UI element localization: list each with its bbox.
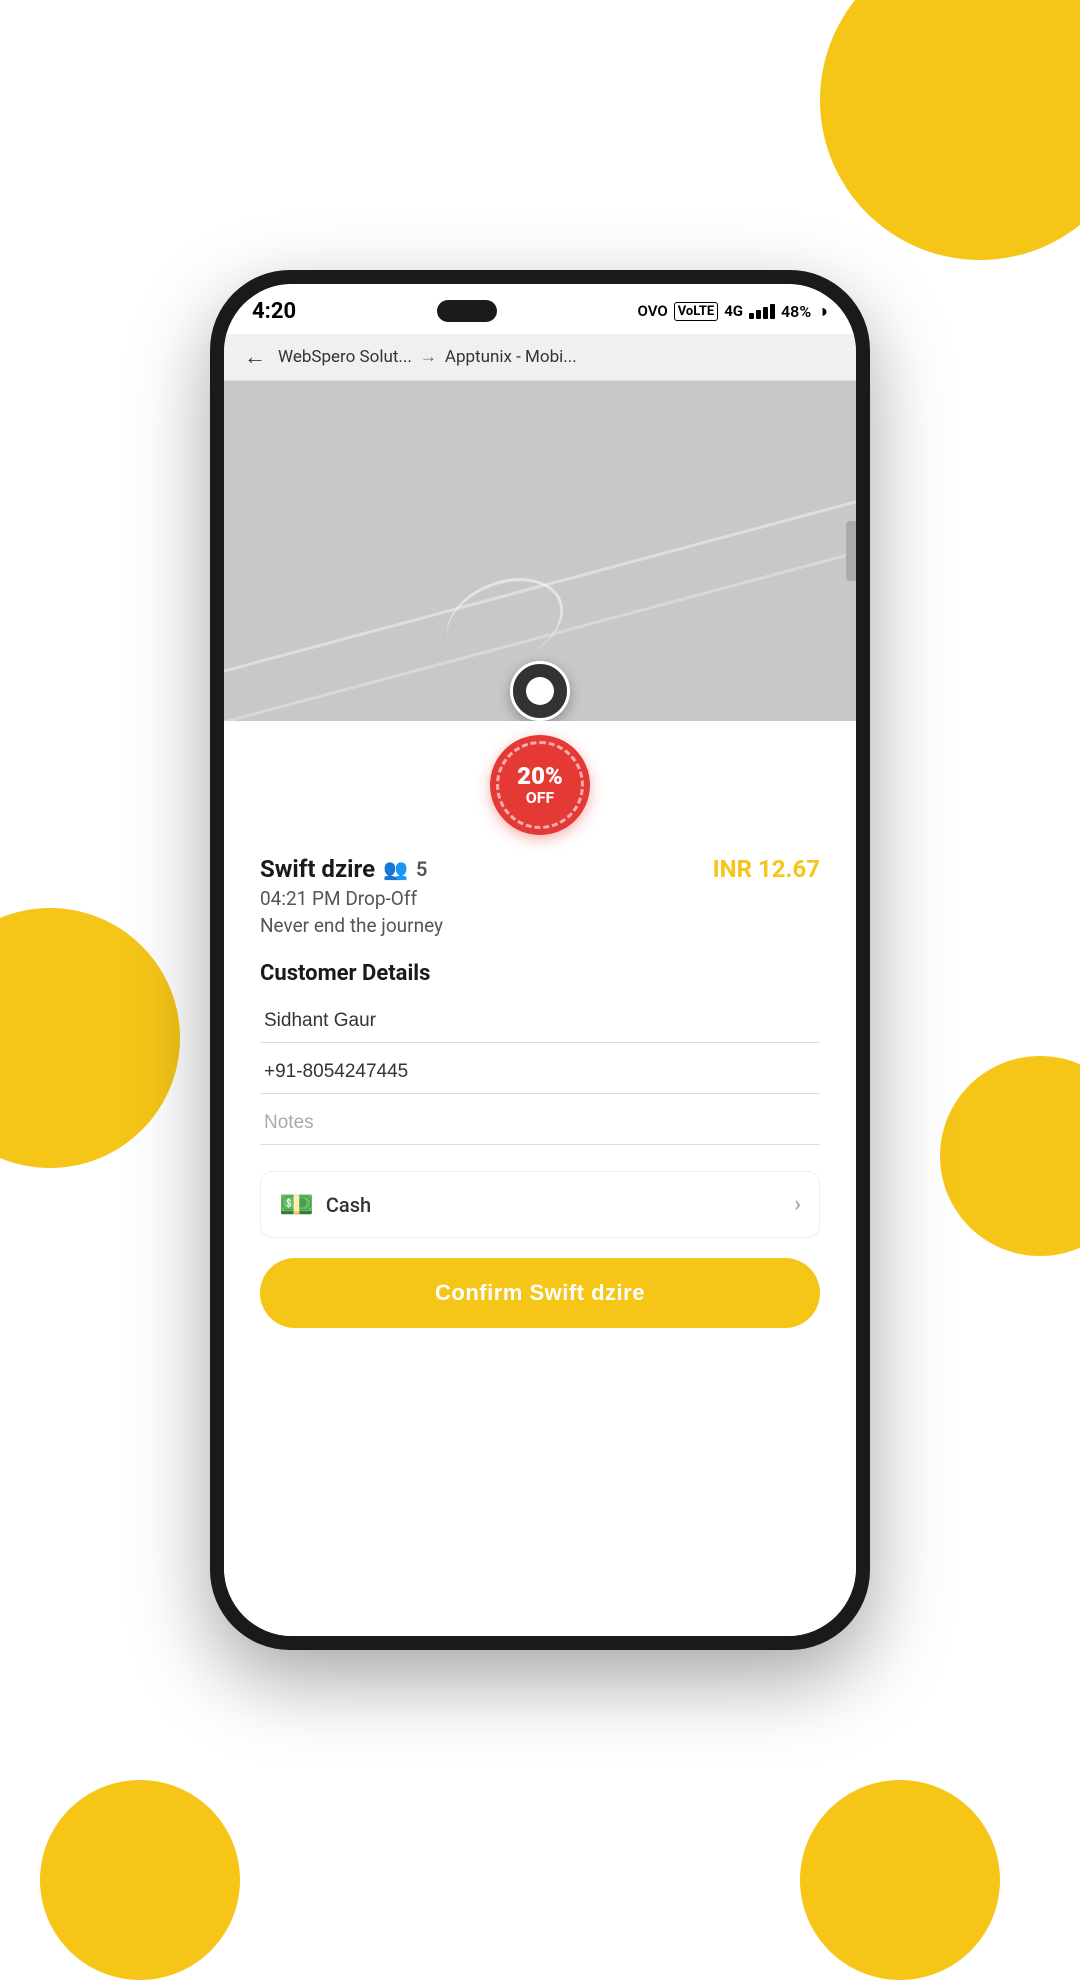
map-road-1: [224, 381, 856, 701]
cash-label: Cash: [326, 1193, 371, 1217]
network-icon: 4G: [724, 302, 743, 320]
ride-name-row: Swift dzire 👥 5: [260, 855, 443, 883]
discount-badge-container: 20% OFF: [260, 735, 820, 835]
discount-badge: 20% OFF: [490, 735, 590, 835]
status-bar: 4:20 OVO VoLTE 4G 48% ◑: [224, 284, 856, 334]
operator-label: OVO: [638, 302, 668, 320]
ride-subtitle: Never end the journey: [260, 914, 443, 937]
bg-shape-bottom-right: [800, 1780, 1000, 1980]
payment-method-row[interactable]: 💵 Cash ›: [260, 1171, 820, 1238]
bg-shape-top-right: [820, 0, 1080, 260]
bg-shape-right-mid: [940, 1056, 1080, 1256]
people-count: 5: [416, 857, 427, 881]
ride-time: 04:21 PM Drop-Off: [260, 887, 443, 910]
chevron-right-icon: ›: [794, 1192, 801, 1217]
signal-bars: [749, 304, 775, 319]
cash-icon: 💵: [279, 1188, 314, 1221]
browser-back-button[interactable]: ←: [244, 344, 266, 370]
ride-price: INR 12.67: [713, 855, 820, 883]
browser-tab-separator: →: [420, 347, 437, 367]
sidebar-handle[interactable]: [846, 521, 856, 581]
status-icons: OVO VoLTE 4G 48% ◑: [638, 301, 828, 322]
customer-notes-input[interactable]: [260, 1102, 820, 1145]
map-road-3: [295, 418, 784, 552]
bg-shape-bottom-left: [40, 1780, 240, 1980]
location-pin-icon: [526, 677, 554, 705]
map-area: [224, 381, 856, 721]
ride-name-label: Swift dzire: [260, 855, 375, 883]
discount-off: OFF: [526, 788, 555, 807]
notch: [437, 300, 497, 322]
people-icon: 👥: [383, 857, 408, 881]
customer-details-title: Customer Details: [260, 961, 820, 986]
payment-left: 💵 Cash: [279, 1188, 371, 1221]
battery-label: 48%: [781, 302, 811, 321]
location-pin: [510, 661, 570, 721]
browser-bar: ← WebSpero Solut... → Apptunix - Mobi...: [224, 334, 856, 381]
customer-phone-input[interactable]: [260, 1051, 820, 1094]
ride-name-block: Swift dzire 👥 5 04:21 PM Drop-Off Never …: [260, 855, 443, 937]
browser-tabs: WebSpero Solut... → Apptunix - Mobi...: [278, 347, 836, 367]
ride-info-row: Swift dzire 👥 5 04:21 PM Drop-Off Never …: [260, 855, 820, 937]
status-time: 4:20: [252, 299, 296, 324]
bottom-sheet: 20% OFF Swift dzire 👥 5 04:21 PM Drop-Of…: [224, 721, 856, 1636]
customer-details-section: Customer Details: [260, 943, 820, 1153]
customer-name-input[interactable]: [260, 1000, 820, 1043]
bg-shape-left-mid: [0, 908, 180, 1168]
confirm-ride-button[interactable]: Confirm Swift dzire: [260, 1258, 820, 1328]
browser-tab-2[interactable]: Apptunix - Mobi...: [445, 347, 577, 367]
browser-tab-1[interactable]: WebSpero Solut...: [278, 347, 412, 367]
battery-icon: ◑: [817, 301, 828, 322]
volte-icon: VoLTE: [674, 302, 719, 321]
discount-percent: 20%: [517, 764, 563, 788]
phone-screen: 4:20 OVO VoLTE 4G 48% ◑ ← WebSpero Solut…: [224, 284, 856, 1636]
phone-frame: 4:20 OVO VoLTE 4G 48% ◑ ← WebSpero Solut…: [210, 270, 870, 1650]
